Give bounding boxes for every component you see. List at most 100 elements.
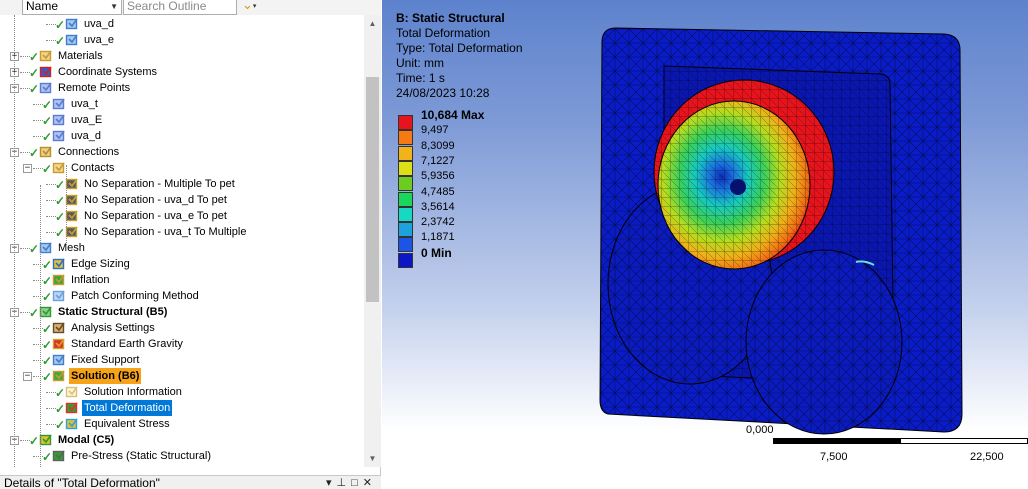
legend-swatch: [398, 206, 413, 222]
search-outline-input[interactable]: Search Outline: [123, 0, 237, 15]
tree-item[interactable]: ✓ Standard Earth Gravity: [0, 336, 364, 352]
tree-item-label: Pre-Stress (Static Structural): [71, 450, 211, 462]
result-unit: Unit: mm: [396, 56, 444, 70]
tree-item[interactable]: ✓ uva_E: [0, 112, 364, 128]
legend-label: 5,9356: [421, 170, 455, 183]
tree-item[interactable]: − ✓ Contacts: [0, 160, 364, 176]
tree-item[interactable]: ✓ uva_d: [0, 16, 364, 32]
legend-entry: 0 Min: [396, 246, 506, 268]
tree-item[interactable]: − ✓ Modal (C5): [0, 432, 364, 448]
outline-scrollbar[interactable]: ▲ ▼: [364, 15, 381, 467]
tree-item[interactable]: ✓ Solution Information: [0, 384, 364, 400]
tree-item[interactable]: ✓ Equivalent Stress: [0, 416, 364, 432]
tree-item[interactable]: ✓ uva_e: [0, 32, 364, 48]
collapse-icon[interactable]: −: [23, 372, 32, 381]
outline-panel: Name ▼ Search Outline ⌄▾ ✓ uva_d ✓ uva_e + ✓ M…: [0, 0, 381, 489]
legend-swatch: [398, 130, 413, 146]
legend-swatch: [398, 145, 413, 161]
tree-guide-line: [14, 15, 15, 467]
tree-item-label: Edge Sizing: [71, 258, 130, 270]
legend-swatch: [398, 160, 413, 176]
tree-item[interactable]: + ✓ Materials: [0, 48, 364, 64]
coordinate-systems-icon: [39, 65, 54, 79]
tree-item-label: Solution Information: [84, 386, 182, 398]
panel-menu-icon[interactable]: ▾: [326, 477, 337, 489]
scroll-up-icon[interactable]: ▲: [364, 15, 381, 32]
tree-item[interactable]: ✓ Edge Sizing: [0, 256, 364, 272]
tree-item[interactable]: − ✓ Connections: [0, 144, 364, 160]
remote-point-icon: [52, 129, 67, 143]
result-date: 24/08/2023 10:28: [396, 86, 490, 100]
legend-label: 2,3742: [421, 216, 455, 229]
maximize-icon[interactable]: □: [351, 477, 363, 489]
collapse-icon[interactable]: −: [23, 164, 32, 173]
ruler-segment: [900, 438, 1028, 444]
legend-swatch: [398, 191, 413, 207]
tree-item[interactable]: ✓ Pre-Stress (Static Structural): [0, 448, 364, 464]
tree-item-label: uva_d: [84, 18, 114, 30]
graphics-viewport[interactable]: B: Static Structural Total Deformation T…: [382, 0, 1028, 489]
details-title: Details of "Total Deformation": [4, 476, 160, 489]
tree-item[interactable]: ✓ Analysis Settings: [0, 320, 364, 336]
tree-item[interactable]: ✓ uva_d: [0, 128, 364, 144]
tree-item-label: Connections: [58, 146, 120, 158]
tree-item-label: Remote Points: [58, 82, 131, 94]
tree-item-label: Inflation: [71, 274, 110, 286]
fixed-support-icon: [52, 353, 67, 367]
chevron-down-icon: ▼: [110, 2, 118, 11]
contact-region-icon: [65, 225, 80, 239]
legend-label: 8,3099: [421, 139, 455, 152]
analysis-settings-icon: [52, 321, 67, 335]
tree-item[interactable]: + ✓ Coordinate Systems: [0, 64, 364, 80]
scale-ruler: [773, 438, 1028, 446]
tree-item[interactable]: ✓ Fixed Support: [0, 352, 364, 368]
connections-icon: [39, 145, 54, 159]
contact-region-icon: [65, 209, 80, 223]
static-structural-icon: [39, 305, 54, 319]
tree-item-label: uva_e: [84, 34, 114, 46]
tree-item[interactable]: ✓ Inflation: [0, 272, 364, 288]
pin-icon[interactable]: ⊥: [337, 477, 352, 489]
remote-point-icon: [52, 97, 67, 111]
tree-item[interactable]: − ✓ Static Structural (B5): [0, 304, 364, 320]
gravity-icon: [52, 337, 67, 351]
mesh-icon: [39, 241, 54, 255]
tree-item[interactable]: ✓ uva_t: [0, 96, 364, 112]
scroll-thumb[interactable]: [366, 77, 379, 302]
legend-label: 10,684 Max: [421, 108, 485, 122]
tree-item[interactable]: ✓ Total Deformation: [0, 400, 364, 416]
tree-item[interactable]: − ✓ Mesh: [0, 240, 364, 256]
tree-item-label: Coordinate Systems: [58, 66, 158, 78]
result-type: Type: Total Deformation: [396, 41, 523, 55]
remote-point-icon: [52, 113, 67, 127]
scale-label-mid: 7,500: [820, 451, 848, 463]
name-filter-value: Name: [26, 0, 59, 13]
contact-region-icon: [65, 177, 80, 191]
legend-swatch: [398, 252, 413, 268]
tree-item[interactable]: − ✓ Remote Points: [0, 80, 364, 96]
tree-item-label: Mesh: [58, 242, 85, 254]
scale-label-end: 22,500: [970, 451, 1004, 463]
equivalent-stress-icon: [65, 417, 80, 431]
tree-item-label: No Separation - uva_d To pet: [84, 194, 227, 206]
tree-item[interactable]: − ✓ Solution (B6): [0, 368, 364, 384]
tree-item-label: Solution (B6): [69, 368, 142, 384]
modal-icon: [39, 433, 54, 447]
named-selection-icon: [65, 17, 80, 31]
scroll-down-icon[interactable]: ▼: [364, 450, 381, 467]
tree-item[interactable]: ✓ No Separation - uva_t To Multiple: [0, 224, 364, 240]
tree-item[interactable]: ✓ Patch Conforming Method: [0, 288, 364, 304]
search-options-button[interactable]: ⌄▾: [242, 0, 266, 14]
remote-points-icon: [39, 81, 54, 95]
tree-item[interactable]: ✓ No Separation - uva_e To pet: [0, 208, 364, 224]
name-filter-select[interactable]: Name ▼: [22, 0, 122, 15]
tree-item-label: uva_d: [71, 130, 101, 142]
solution-icon: [52, 369, 67, 383]
legend-label: 3,5614: [421, 200, 455, 213]
scale-label-start: 0,000: [746, 424, 774, 436]
close-icon[interactable]: ✕: [363, 477, 377, 489]
tree-item[interactable]: ✓ No Separation - uva_d To pet: [0, 192, 364, 208]
legend-label: 7,1227: [421, 154, 455, 167]
tree-item[interactable]: ✓ No Separation - Multiple To pet: [0, 176, 364, 192]
pre-stress-icon: [52, 449, 67, 463]
